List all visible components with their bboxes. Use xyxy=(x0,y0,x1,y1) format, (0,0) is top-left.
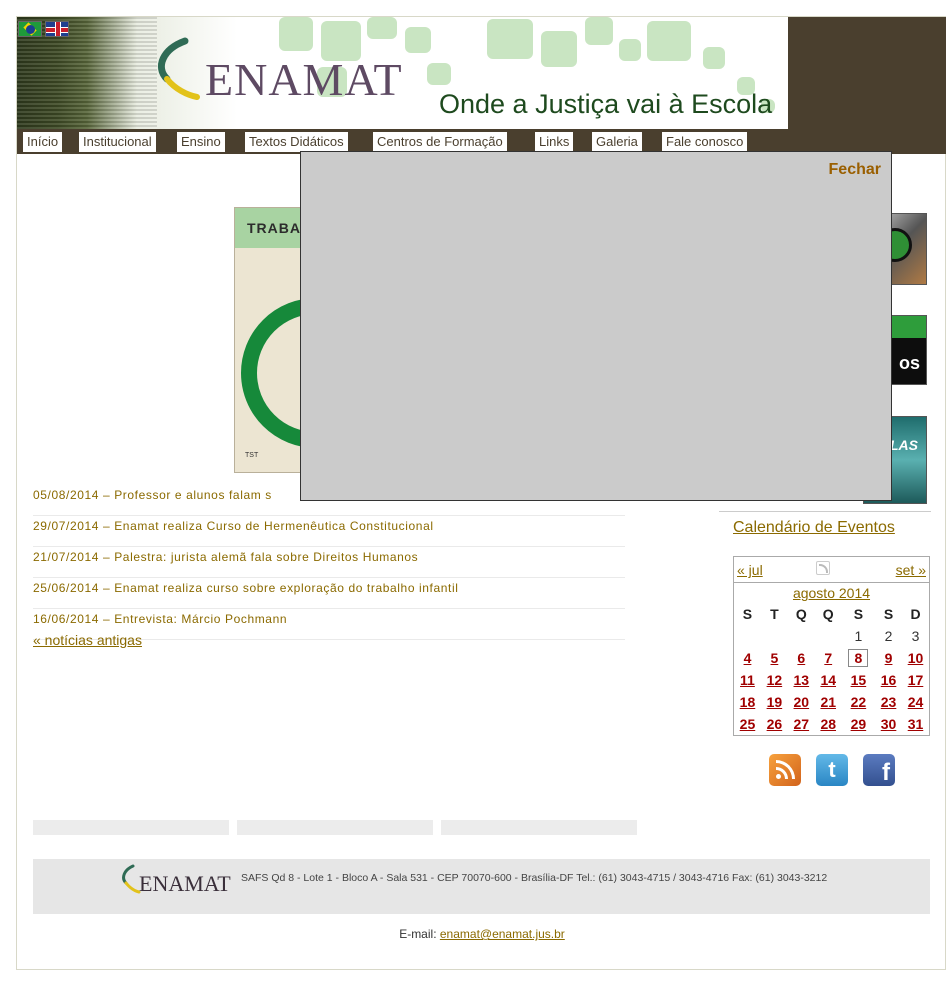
sidebar-banner-3-text: LAS xyxy=(890,437,918,453)
calendar-prev-month[interactable]: « jul xyxy=(737,562,763,578)
email-link[interactable]: enamat@enamat.jus.br xyxy=(440,927,565,941)
header-banner: ENAMAT Onde a Justiça vai à Escola xyxy=(17,17,788,129)
facebook-icon[interactable]: f xyxy=(863,754,895,786)
calendar-day[interactable]: 16 xyxy=(875,669,902,691)
calendar-day[interactable]: 22 xyxy=(842,691,875,713)
nav-item-ensino[interactable]: Ensino xyxy=(175,132,225,152)
calendar-day[interactable]: 12 xyxy=(761,669,788,691)
enamat-logo-icon xyxy=(158,37,200,100)
calendar-day[interactable]: 4 xyxy=(734,647,761,669)
calendar-day xyxy=(788,625,815,647)
calendar-weekday: T xyxy=(770,606,779,622)
popup-overlay: Fechar xyxy=(300,151,892,501)
nav-item-links[interactable]: Links xyxy=(533,132,574,152)
calendar-header: « jul set » xyxy=(734,557,929,583)
rss-icon[interactable] xyxy=(769,754,801,786)
calendar-day xyxy=(734,625,761,647)
calendar-day[interactable]: 15 xyxy=(842,669,875,691)
email-label: E-mail: xyxy=(399,927,437,941)
footer-logo-text: ENAMAT xyxy=(139,871,231,896)
calendar-day: 2 xyxy=(884,628,893,644)
sidebar-divider xyxy=(719,511,931,512)
footer-tab xyxy=(33,820,229,835)
news-item[interactable]: 29/07/2014 – Enamat realiza Curso de Her… xyxy=(33,516,625,547)
footer: ENAMAT SAFS Qd 8 - Lote 1 - Bloco A - Sa… xyxy=(33,859,930,914)
footer-email-line: E-mail: enamat@enamat.jus.br xyxy=(17,927,946,941)
calendar-day[interactable]: 23 xyxy=(875,691,902,713)
calendar-day[interactable]: 17 xyxy=(902,669,929,691)
calendar-widget: « jul set » agosto 2014 STQQSSD 12345678… xyxy=(733,556,930,736)
calendar-day[interactable]: 30 xyxy=(875,713,902,735)
calendar-day[interactable]: 28 xyxy=(815,713,842,735)
calendar-day xyxy=(761,625,788,647)
nav-item-textos-didaticos[interactable]: Textos Didáticos xyxy=(243,132,348,152)
calendar-weekday: Q xyxy=(822,606,834,622)
calendar-day[interactable]: 19 xyxy=(761,691,788,713)
calendar-day[interactable]: 6 xyxy=(788,647,815,669)
calendar-weekday: Q xyxy=(795,606,807,622)
header: ENAMAT Onde a Justiça vai à Escola xyxy=(17,17,946,129)
calendar-weekday: S xyxy=(883,606,894,622)
calendar-day[interactable]: 14 xyxy=(815,669,842,691)
footer-tab xyxy=(441,820,637,835)
calendar-next-month[interactable]: set » xyxy=(896,562,926,578)
calendar-day[interactable]: 20 xyxy=(788,691,815,713)
tst-logo: TST xyxy=(245,452,259,459)
calendar-day[interactable]: 21 xyxy=(815,691,842,713)
news-item[interactable]: 21/07/2014 – Palestra: jurista alemã fal… xyxy=(33,547,625,578)
featured-title: TRABA xyxy=(247,220,301,236)
calendar-day[interactable]: 29 xyxy=(842,713,875,735)
calendar-day[interactable]: 31 xyxy=(902,713,929,735)
calendar-day[interactable]: 18 xyxy=(734,691,761,713)
calendar-day[interactable]: 26 xyxy=(761,713,788,735)
nav-item-centros-de-formacao[interactable]: Centros de Formação xyxy=(371,132,507,152)
logo-text[interactable]: ENAMAT xyxy=(205,53,403,106)
calendar-weekday: S xyxy=(742,606,753,622)
flag-uk-icon[interactable] xyxy=(45,21,69,37)
footer-address: SAFS Qd 8 - Lote 1 - Bloco A - Sala 531 … xyxy=(241,872,828,884)
news-list: 05/08/2014 – Professor e alunos falam s … xyxy=(33,485,625,640)
calendar-month-title[interactable]: agosto 2014 xyxy=(734,583,929,603)
news-item[interactable]: 25/06/2014 – Enamat realiza curso sobre … xyxy=(33,578,625,609)
calendar-day[interactable]: 10 xyxy=(902,647,929,669)
calendar-day[interactable]: 13 xyxy=(788,669,815,691)
calendar-day[interactable]: 27 xyxy=(788,713,815,735)
sidebar-banner-2-text: os xyxy=(898,353,920,373)
calendar-day: 1 xyxy=(854,628,863,644)
calendar-day xyxy=(815,625,842,647)
calendar-day[interactable]: 11 xyxy=(734,669,761,691)
footer-tab xyxy=(237,820,433,835)
calendar-day[interactable]: 8 xyxy=(842,647,875,669)
close-popup-button[interactable]: Fechar xyxy=(829,161,881,179)
calendar-day: 3 xyxy=(911,628,920,644)
flag-brazil-icon[interactable] xyxy=(18,21,42,37)
twitter-icon[interactable]: t xyxy=(816,754,848,786)
events-calendar-link[interactable]: Calendário de Eventos xyxy=(733,519,895,537)
calendar-day[interactable]: 24 xyxy=(902,691,929,713)
calendar-weekday: S xyxy=(853,606,864,622)
calendar-day[interactable]: 9 xyxy=(875,647,902,669)
calendar-weekday: D xyxy=(910,606,921,622)
calendar-feed-icon[interactable] xyxy=(816,561,830,575)
calendar-day[interactable]: 25 xyxy=(734,713,761,735)
calendar-grid: STQQSSD 1 2 3 4 5 6 7 8 9 10 11 12 13 14 15 16 17 18 19 20 2… xyxy=(734,603,929,735)
older-news-link[interactable]: « notícias antigas xyxy=(33,632,142,648)
calendar-today[interactable]: 8 xyxy=(848,649,869,667)
footer-logo-icon xyxy=(122,864,141,894)
slogan: Onde a Justiça vai à Escola xyxy=(439,89,773,119)
nav-item-institucional[interactable]: Institucional xyxy=(77,132,156,152)
nav-item-inicio[interactable]: Início xyxy=(21,132,63,152)
calendar-day[interactable]: 5 xyxy=(761,647,788,669)
nav-item-fale-conosco[interactable]: Fale conosco xyxy=(660,132,748,152)
calendar-day[interactable]: 7 xyxy=(815,647,842,669)
nav-item-galeria[interactable]: Galeria xyxy=(590,132,642,152)
